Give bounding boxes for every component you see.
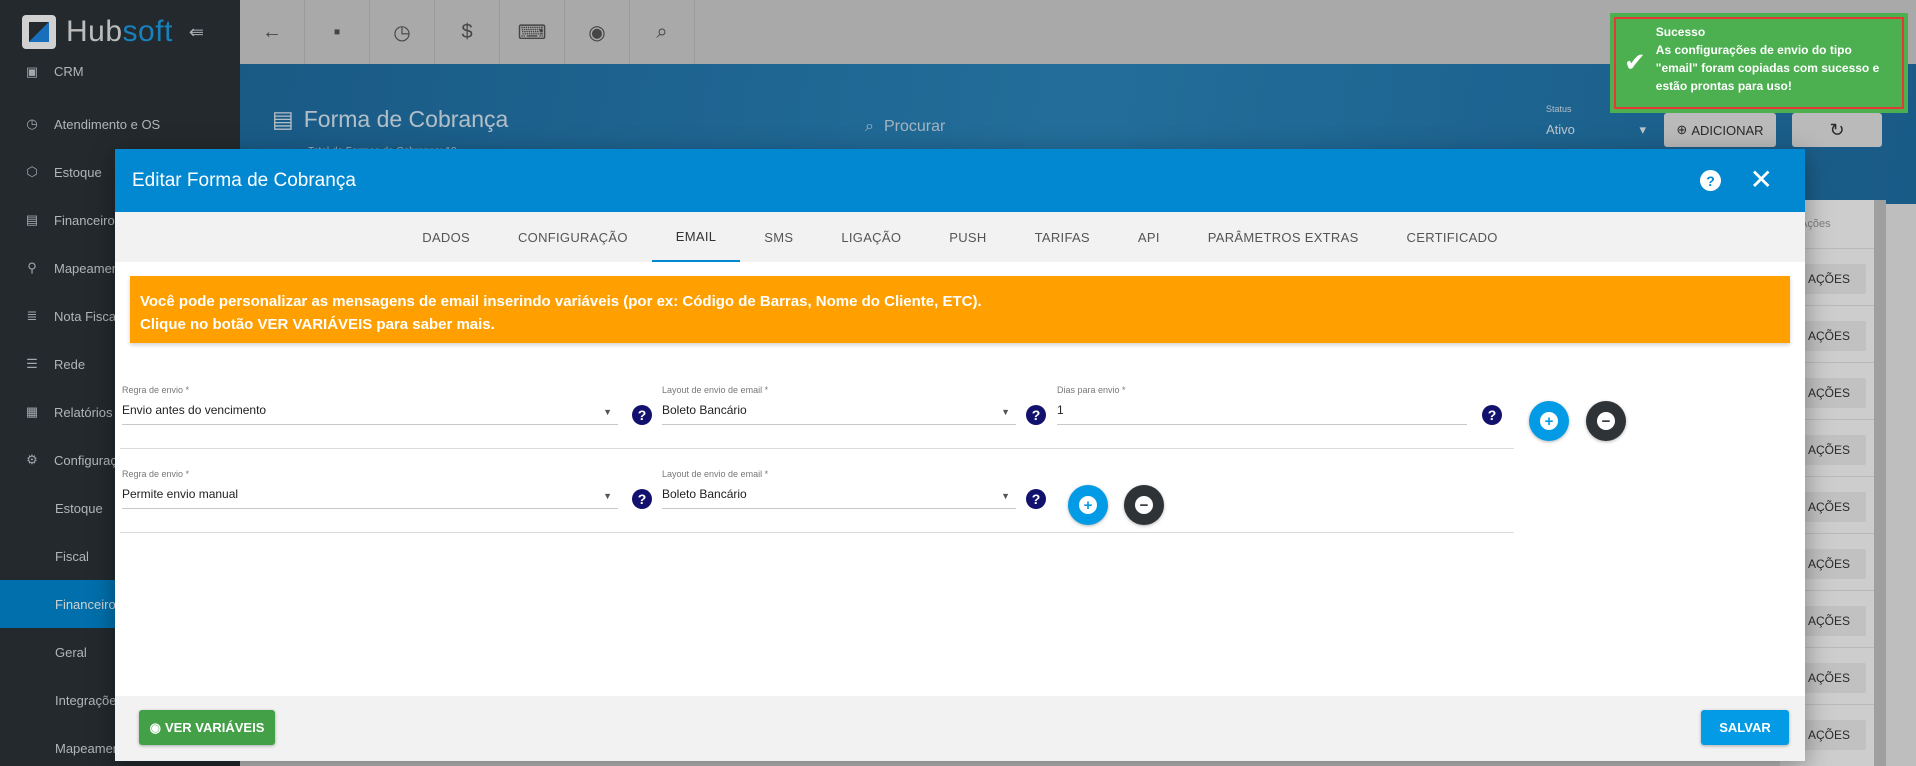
chevron-down-icon: ▼ xyxy=(1001,491,1010,501)
send-rule-label: Regra de envio * xyxy=(122,385,190,395)
chevron-down-icon: ▼ xyxy=(603,407,612,417)
email-rule-row: Regra de envio * Permite envio manual ▼ ?… xyxy=(120,449,1514,533)
remove-rule-button[interactable]: − xyxy=(1124,485,1164,525)
add-rule-button[interactable]: + xyxy=(1068,485,1108,525)
add-rule-button[interactable]: + xyxy=(1529,401,1569,441)
help-icon[interactable]: ? xyxy=(632,489,652,509)
minus-icon: − xyxy=(1135,496,1153,514)
send-rule-value: Permite envio manual xyxy=(122,487,239,501)
tab-ligacao[interactable]: LIGAÇÃO xyxy=(817,212,925,262)
tab-api[interactable]: API xyxy=(1114,212,1184,262)
close-icon[interactable]: ✕ xyxy=(1750,163,1773,196)
alert-line-2: Clique no botão VER VARIÁVEIS para saber… xyxy=(140,316,495,333)
email-layout-label: Layout de envio de email * xyxy=(662,385,769,395)
email-layout-value: Boleto Bancário xyxy=(662,487,747,501)
tab-dados[interactable]: DADOS xyxy=(398,212,494,262)
email-layout-value: Boleto Bancário xyxy=(662,403,747,417)
remove-rule-button[interactable]: − xyxy=(1586,401,1626,441)
help-icon[interactable]: ? xyxy=(632,405,652,425)
alert-line-1: Você pode personalizar as mensagens de e… xyxy=(140,293,982,310)
email-layout-label: Layout de envio de email * xyxy=(662,469,769,479)
tab-email[interactable]: EMAIL xyxy=(651,212,741,262)
email-layout-select[interactable]: Layout de envio de email * Boleto Bancár… xyxy=(662,385,1016,425)
save-button[interactable]: SALVAR xyxy=(1701,710,1789,745)
success-toast[interactable]: ✔ Sucesso As configurações de envio do t… xyxy=(1610,13,1908,113)
send-rule-value: Envio antes do vencimento xyxy=(122,403,267,417)
tab-push[interactable]: PUSH xyxy=(925,212,1010,262)
tab-tarifas[interactable]: TARIFAS xyxy=(1011,212,1114,262)
modal-footer: ◉ VER VARIÁVEIS SALVAR xyxy=(115,696,1805,761)
send-rule-select[interactable]: Regra de envio * Envio antes do vencimen… xyxy=(122,385,618,425)
eye-icon: ◉ xyxy=(149,719,161,735)
email-rule-row: Regra de envio * Envio antes do vencimen… xyxy=(120,365,1626,449)
view-variables-button[interactable]: ◉ VER VARIÁVEIS xyxy=(139,710,275,745)
chevron-down-icon: ▼ xyxy=(603,491,612,501)
help-icon[interactable]: ? xyxy=(1026,489,1046,509)
modal-tabs: DADOS CONFIGURAÇÃO EMAIL SMS LIGAÇÃO PUS… xyxy=(115,212,1805,262)
send-rule-label: Regra de envio * xyxy=(122,469,190,479)
info-alert: Você pode personalizar as mensagens de e… xyxy=(130,276,1790,343)
tab-configuracao[interactable]: CONFIGURAÇÃO xyxy=(494,212,652,262)
send-days-label: Dias para envio * xyxy=(1057,385,1126,395)
send-days-value[interactable]: 1 xyxy=(1057,403,1467,425)
minus-icon: − xyxy=(1597,412,1615,430)
tab-parametros-extras[interactable]: PARÂMETROS EXTRAS xyxy=(1184,212,1383,262)
checkmark-icon: ✔ xyxy=(1624,47,1646,77)
toast-title: Sucesso xyxy=(1655,25,1706,39)
modal-header: Editar Forma de Cobrança xyxy=(115,149,1805,212)
help-icon[interactable]: ? xyxy=(1482,405,1502,425)
toast-message: As configurações de envio do tipo "email… xyxy=(1655,43,1880,93)
help-icon[interactable]: ? xyxy=(1700,170,1721,191)
modal-title: Editar Forma de Cobrança xyxy=(132,169,356,191)
tab-sms[interactable]: SMS xyxy=(740,212,817,262)
send-rule-select[interactable]: Regra de envio * Permite envio manual ▼ xyxy=(122,469,618,509)
plus-icon: + xyxy=(1079,496,1097,514)
edit-billing-modal: Editar Forma de Cobrança ? ✕ DADOS CONFI… xyxy=(115,149,1805,761)
email-layout-select[interactable]: Layout de envio de email * Boleto Bancár… xyxy=(662,469,1016,509)
chevron-down-icon: ▼ xyxy=(1001,407,1010,417)
help-icon[interactable]: ? xyxy=(1026,405,1046,425)
tab-certificado[interactable]: CERTIFICADO xyxy=(1383,212,1522,262)
plus-icon: + xyxy=(1540,412,1558,430)
send-days-input[interactable]: Dias para envio * 1 xyxy=(1057,385,1467,425)
